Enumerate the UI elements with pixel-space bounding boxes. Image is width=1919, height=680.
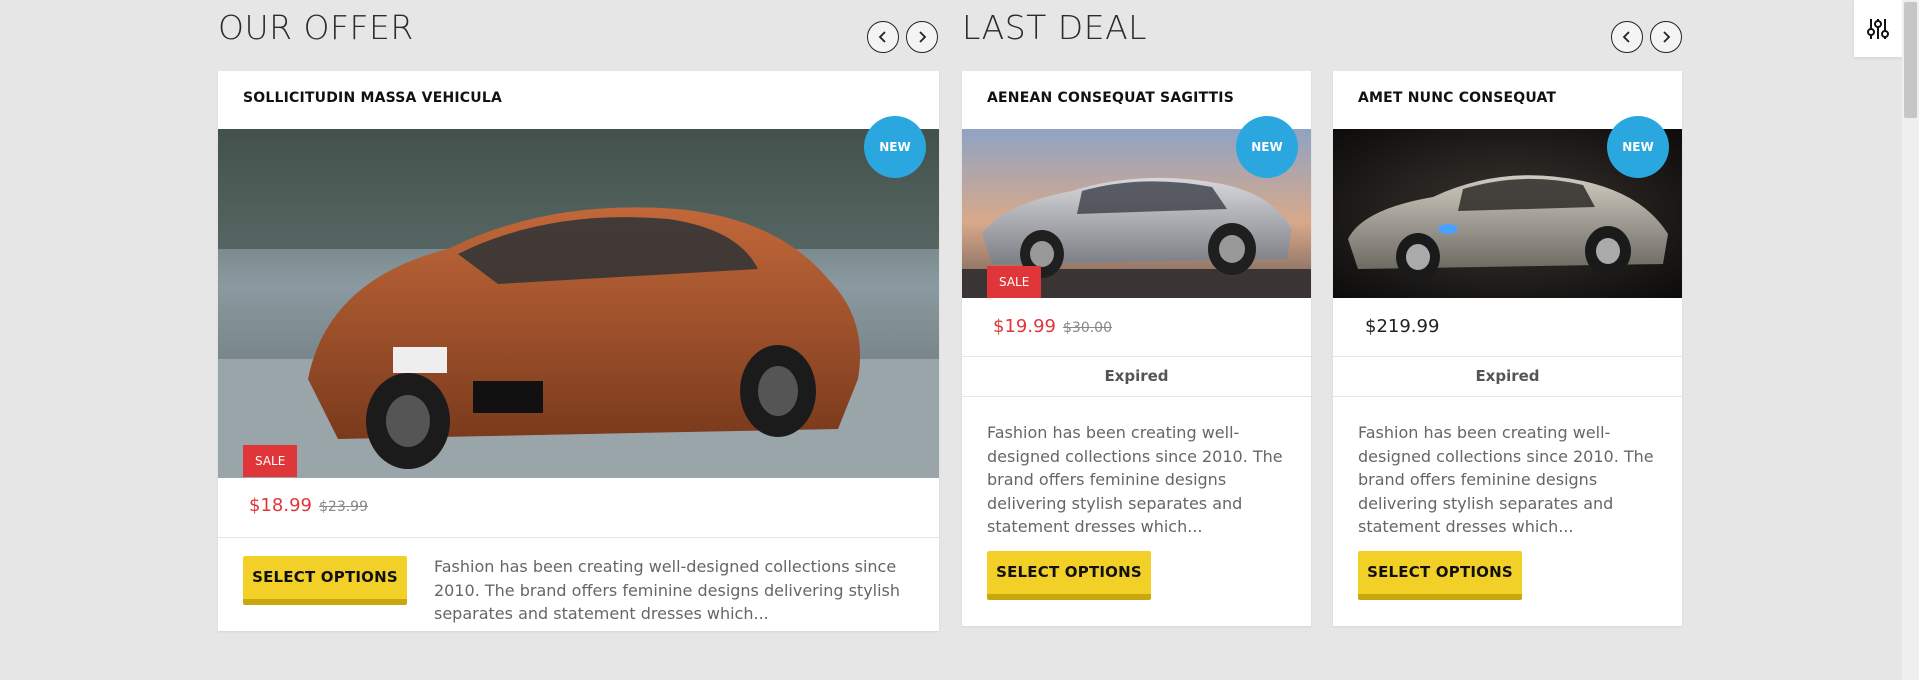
deal-status: Expired: [1475, 367, 1540, 385]
divider: [962, 396, 1311, 397]
divider: [1333, 396, 1682, 397]
deal-product-card: AENEAN CONSEQUAT SAGITTIS NEW SALE $19.9…: [962, 71, 1311, 626]
new-badge: NEW: [864, 116, 926, 178]
deal-product-card: AMET NUNC CONSEQUAT NEW $219.99 Expired …: [1333, 71, 1682, 626]
deal-status: Expired: [1104, 367, 1169, 385]
deal-next-button[interactable]: [1650, 21, 1682, 53]
old-price: $23.99: [319, 499, 368, 515]
price: $219.99: [1365, 316, 1440, 337]
offer-prev-button[interactable]: [867, 21, 899, 53]
new-badge: NEW: [1236, 116, 1298, 178]
select-options-button[interactable]: SELECT OPTIONS: [243, 556, 407, 605]
filter-settings-button[interactable]: [1854, 0, 1902, 57]
orange-sports-car-image: [218, 129, 939, 478]
select-options-button[interactable]: SELECT OPTIONS: [1358, 551, 1522, 600]
sale-price: $19.99: [993, 316, 1056, 337]
sliders-icon: [1867, 18, 1889, 39]
divider: [218, 537, 939, 538]
divider: [962, 356, 1311, 357]
deal-prev-button[interactable]: [1611, 21, 1643, 53]
product-description: Fashion has been creating well-designed …: [987, 423, 1283, 536]
product-image[interactable]: [218, 129, 939, 478]
sale-badge: SALE: [243, 445, 298, 477]
chevron-right-icon: [1663, 31, 1671, 43]
product-description: Fashion has been creating well-designed …: [434, 557, 901, 623]
product-title[interactable]: AENEAN CONSEQUAT SAGITTIS: [987, 90, 1234, 106]
offer-next-button[interactable]: [906, 21, 938, 53]
chevron-left-icon: [1622, 31, 1630, 43]
last-deal-heading: LAST DEAL: [962, 8, 1148, 47]
offer-product-card: SOLLICITUDIN MASSA VEHICULA NEW SALE $18…: [218, 71, 939, 631]
sale-price: $18.99: [249, 495, 312, 516]
product-title[interactable]: SOLLICITUDIN MASSA VEHICULA: [243, 90, 502, 106]
chevron-left-icon: [878, 31, 886, 43]
select-options-button[interactable]: SELECT OPTIONS: [987, 551, 1151, 600]
scrollbar-thumb[interactable]: [1904, 2, 1917, 118]
our-offer-heading: OUR OFFER: [218, 8, 414, 47]
sale-badge: SALE: [987, 266, 1042, 298]
product-description: Fashion has been creating well-designed …: [1358, 423, 1654, 536]
chevron-right-icon: [919, 31, 927, 43]
new-badge: NEW: [1607, 116, 1669, 178]
old-price: $30.00: [1063, 320, 1112, 336]
divider: [1333, 356, 1682, 357]
product-title[interactable]: AMET NUNC CONSEQUAT: [1358, 90, 1556, 106]
